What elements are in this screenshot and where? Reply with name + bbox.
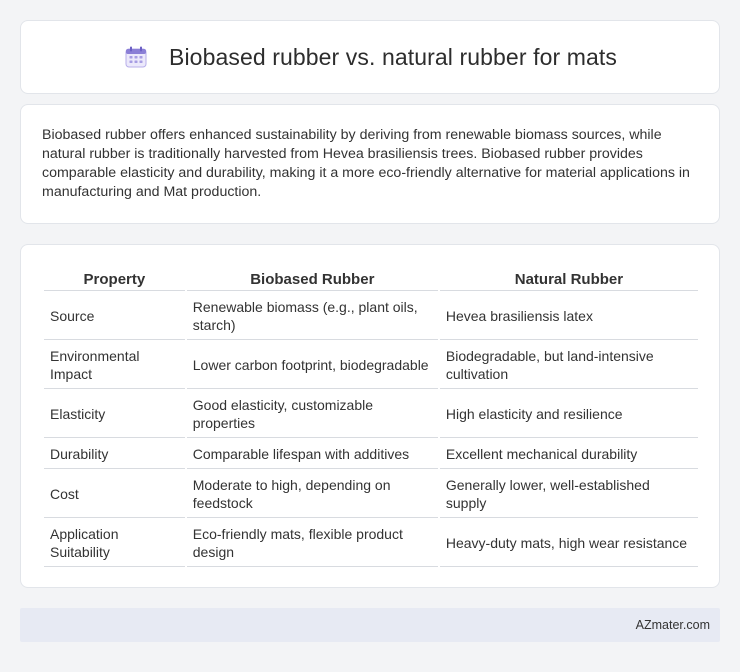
table-cell: Moderate to high, depending on feedstock [186,471,438,518]
table-cell: Environmental Impact [44,342,185,389]
table-cell: Hevea brasiliensis latex [439,293,698,340]
comparison-card: Property Biobased Rubber Natural Rubber … [20,244,720,588]
intro-paragraph: Biobased rubber offers enhanced sustaina… [42,127,690,200]
table-cell: Eco-friendly mats, flexible product desi… [186,520,438,567]
intro-card: Biobased rubber offers enhanced sustaina… [20,104,720,224]
table-cell: Durability [44,440,185,469]
table-cell: Cost [44,471,185,518]
table-cell: Lower carbon footprint, biodegradable [186,342,438,389]
column-header-natural: Natural Rubber [439,267,698,291]
calendar-icon [123,45,149,69]
footer-brand[interactable]: AZmater.com [636,618,710,632]
table-header-row: Property Biobased Rubber Natural Rubber [44,267,698,291]
table-cell: Comparable lifespan with additives [186,440,438,469]
table-row: Source Renewable biomass (e.g., plant oi… [44,293,698,340]
table-row: Durability Comparable lifespan with addi… [44,440,698,469]
table-cell: Biodegradable, but land-intensive cultiv… [439,342,698,389]
table-cell: Heavy-duty mats, high wear resistance [439,520,698,567]
page-title: Biobased rubber vs. natural rubber for m… [169,43,617,70]
table-row: Application Suitability Eco-friendly mat… [44,520,698,567]
table-cell: Renewable biomass (e.g., plant oils, sta… [186,293,438,340]
table-cell: High elasticity and resilience [439,391,698,438]
table-cell: Application Suitability [44,520,185,567]
table-cell: Source [44,293,185,340]
title-card: Biobased rubber vs. natural rubber for m… [20,20,720,94]
table-row: Cost Moderate to high, depending on feed… [44,471,698,518]
table-cell: Good elasticity, customizable properties [186,391,438,438]
column-header-biobased: Biobased Rubber [186,267,438,291]
table-cell: Excellent mechanical durability [439,440,698,469]
table-cell: Elasticity [44,391,185,438]
title-row: Biobased rubber vs. natural rubber for m… [123,44,617,71]
column-header-property: Property [44,267,185,291]
table-row: Elasticity Good elasticity, customizable… [44,391,698,438]
table-cell: Generally lower, well-established supply [439,471,698,518]
comparison-table: Property Biobased Rubber Natural Rubber … [42,265,700,569]
footer-bar: AZmater.com [20,608,720,642]
table-row: Environmental Impact Lower carbon footpr… [44,342,698,389]
